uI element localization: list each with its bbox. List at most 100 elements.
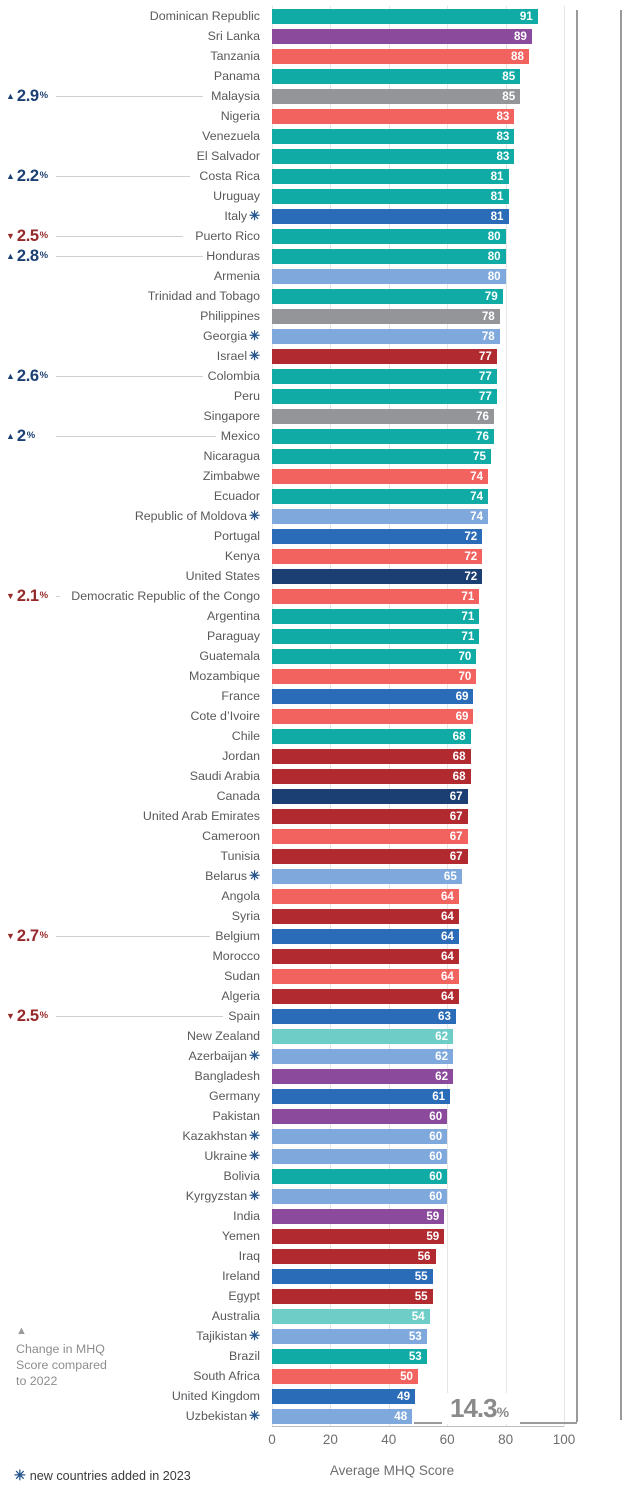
- legend-change-text: Change in MHQ Score compared to 2022: [16, 1341, 136, 1389]
- bar: 63: [272, 1008, 456, 1024]
- bar-row: Costa Rica 81 ▲ 2.2%: [0, 166, 634, 186]
- bar-row: Cameroon 67: [0, 826, 634, 846]
- bar: 64: [272, 968, 459, 984]
- bar-row: Uruguay 81: [0, 186, 634, 206]
- country-label: Zimbabwe: [202, 469, 260, 483]
- bar-row: Trinidad and Tobago 79: [0, 286, 634, 306]
- bar-row: Nigeria 83: [0, 106, 634, 126]
- country-label: Venezuela: [202, 129, 260, 143]
- bar-row: Colombia 77 ▲ 2.6%: [0, 366, 634, 386]
- country-label: Mozambique: [189, 669, 260, 683]
- bar: 72: [272, 548, 483, 564]
- bar-row: Morocco 64: [0, 946, 634, 966]
- country-label: Puerto Rico: [195, 229, 260, 243]
- bar: 71: [272, 588, 480, 604]
- bar: 78: [272, 328, 500, 344]
- country-label: Philippines: [200, 309, 260, 323]
- bar-value-label: 78: [481, 329, 495, 343]
- bar-value-label: 69: [455, 689, 469, 703]
- bar-row: Honduras 80 ▲ 2.8%: [0, 246, 634, 266]
- bar-row: Israel ✳ 77: [0, 346, 634, 366]
- triangle-up-icon: ▲: [6, 90, 15, 101]
- bar: 62: [272, 1028, 454, 1044]
- bar-row: Sri Lanka 89: [0, 26, 634, 46]
- bar-value-label: 67: [449, 829, 463, 843]
- new-country-star-icon: ✳: [249, 508, 260, 523]
- bar: 72: [272, 528, 483, 544]
- bar-row: France 69: [0, 686, 634, 706]
- bar-value-label: 69: [455, 709, 469, 723]
- bar-value-label: 83: [496, 109, 510, 123]
- new-country-star-icon: ✳: [249, 328, 260, 343]
- bar-row: Spain 63 ▼ 2.5%: [0, 1006, 634, 1026]
- country-label: Bolivia: [223, 1169, 260, 1183]
- bar-row: Venezuela 83: [0, 126, 634, 146]
- change-leader-line: [56, 376, 204, 377]
- bar-row: Armenia 80: [0, 266, 634, 286]
- change-annotation: ▲ 2.9%: [6, 86, 48, 106]
- country-label: Jordan: [222, 749, 260, 763]
- bar: 50: [272, 1368, 418, 1384]
- bar: 55: [272, 1268, 433, 1284]
- bar-row: Dominican Republic 91: [0, 6, 634, 26]
- new-country-star-icon: ✳: [249, 1188, 260, 1203]
- bar-value-label: 65: [443, 869, 457, 883]
- country-label: Tunisia: [220, 849, 260, 863]
- bar: 77: [272, 348, 497, 364]
- country-label: Dominican Republic: [149, 9, 260, 23]
- triangle-down-icon: ▼: [6, 590, 15, 601]
- triangle-up-icon: ▲: [6, 370, 15, 381]
- change-annotation: ▲ 2%: [6, 426, 35, 446]
- bar-row: Angola 64: [0, 886, 634, 906]
- bar: 71: [272, 628, 480, 644]
- bar-value-label: 60: [429, 1149, 443, 1163]
- change-leader-line: [56, 176, 190, 177]
- bar-row: Tanzania 88: [0, 46, 634, 66]
- bar: 49: [272, 1388, 416, 1404]
- bar: 81: [272, 208, 509, 224]
- bar: 68: [272, 768, 471, 784]
- bracket-outer-vertical: [620, 10, 622, 1420]
- country-label: Syria: [231, 909, 260, 923]
- bar: 67: [272, 788, 468, 804]
- x-tick-100: 100: [552, 1432, 576, 1447]
- bar-row: Pakistan 60: [0, 1106, 634, 1126]
- legend-change-in-mhq: ▲ Change in MHQ Score compared to 2022: [16, 1325, 136, 1389]
- bar: 60: [272, 1188, 448, 1204]
- bar-row: Mozambique 70: [0, 666, 634, 686]
- bar-row: Ireland 55: [0, 1266, 634, 1286]
- bar-row: Cote d’Ivoire 69: [0, 706, 634, 726]
- country-label: Saudi Arabia: [189, 769, 260, 783]
- bar-value-label: 74: [470, 509, 484, 523]
- country-label: Belarus ✳: [205, 868, 260, 883]
- bar-value-label: 67: [449, 809, 463, 823]
- change-unit: %: [39, 370, 49, 381]
- country-label: Azerbaijan ✳: [188, 1048, 260, 1063]
- bar-value-label: 70: [458, 649, 472, 663]
- bar-value-label: 71: [461, 589, 475, 603]
- country-label: Paraguay: [206, 629, 260, 643]
- bar: 48: [272, 1408, 413, 1424]
- new-country-star-icon: ✳: [249, 1128, 260, 1143]
- bar-value-label: 60: [429, 1109, 443, 1123]
- bar-value-label: 55: [414, 1269, 428, 1283]
- x-axis-title: Average MHQ Score: [329, 1463, 455, 1478]
- bar-row: Australia 54: [0, 1306, 634, 1326]
- country-label: Democratic Republic of the Congo: [71, 589, 260, 603]
- country-label: Singapore: [203, 409, 261, 423]
- bar-row: Singapore 76: [0, 406, 634, 426]
- bar: 83: [272, 108, 515, 124]
- bar-row: El Salvador 83: [0, 146, 634, 166]
- bar-row: Italy ✳ 81: [0, 206, 634, 226]
- bar: 59: [272, 1208, 445, 1224]
- bar-value-label: 60: [429, 1169, 443, 1183]
- change-annotation: ▼ 2.7%: [6, 926, 48, 946]
- bar-value-label: 59: [426, 1229, 440, 1243]
- legend-new-countries: ✳ new countries added in 2023: [14, 1467, 191, 1484]
- bar: 65: [272, 868, 462, 884]
- bar-value-label: 68: [452, 769, 466, 783]
- country-label: Yemen: [221, 1229, 260, 1243]
- bar: 56: [272, 1248, 436, 1264]
- bar-row: United Arab Emirates 67: [0, 806, 634, 826]
- bar-value-label: 53: [408, 1349, 422, 1363]
